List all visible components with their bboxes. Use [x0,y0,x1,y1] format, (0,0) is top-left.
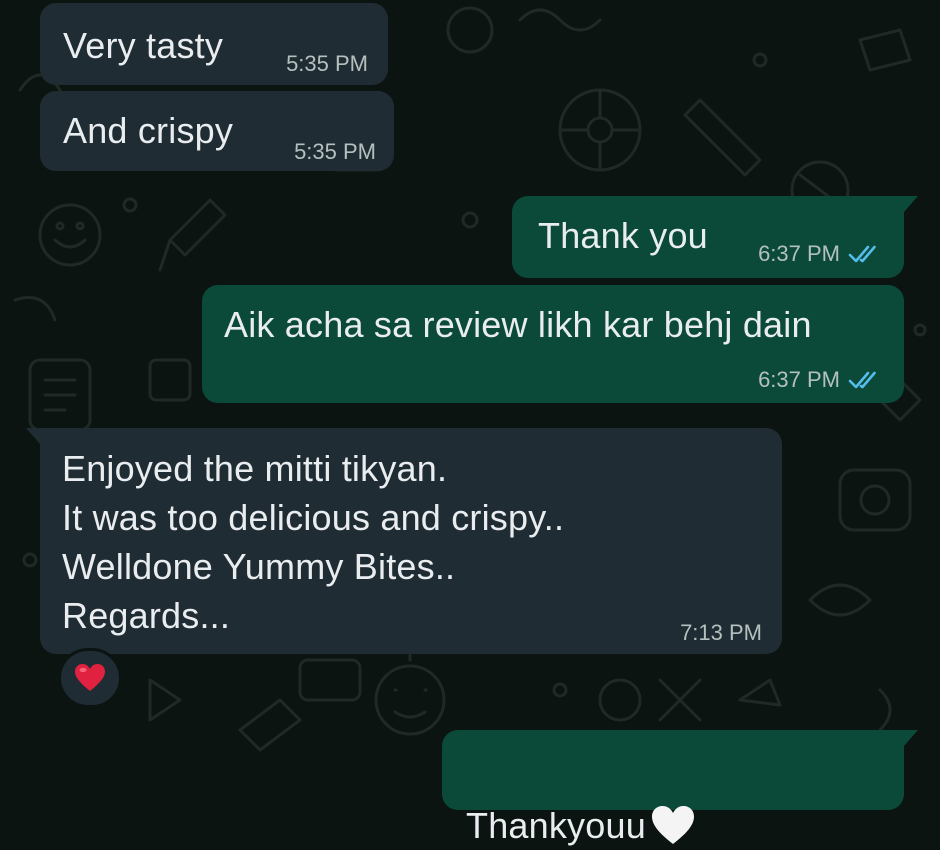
double-check-icon [848,371,876,389]
message-text-content: Thankyouu [466,805,646,846]
message-timestamp: 6:37 PM [758,367,840,392]
message-meta: 5:35 PM [286,51,368,77]
message-text: And crispy [63,110,234,151]
message-meta: 6:37 PM [758,367,882,393]
message-text: Enjoyed the mitti tikyan. It was too del… [62,448,565,636]
red-heart-icon [75,664,105,691]
message-text: Thank you [538,215,708,256]
bubble-tail [904,196,918,212]
message-text: Thankyouu [466,752,696,850]
message-meta: 5:35 PM [294,139,376,165]
white-heart-icon [651,806,694,844]
message-reaction[interactable] [58,648,122,708]
message-meta: 6:37 PM [758,241,882,267]
message-timestamp: 7:13 PM [680,620,762,645]
message-meta: 7:13 PM [680,620,762,646]
message-bubble-incoming[interactable]: Very tasty 5:35 PM [40,3,388,85]
message-timestamp: 6:37 PM [758,241,840,266]
message-timestamp: 5:35 PM [294,139,376,164]
message-bubble-incoming[interactable]: And crispy 5:35 PM [40,91,394,171]
message-text: Very tasty [63,25,224,66]
bubble-tail [904,730,918,746]
message-text: Aik acha sa review likh kar behj dain [224,304,812,345]
message-bubble-outgoing[interactable]: Thank you 6:37 PM [512,196,904,278]
message-bubble-outgoing[interactable]: Aik acha sa review likh kar behj dain 6:… [202,285,904,403]
message-bubble-incoming[interactable]: Enjoyed the mitti tikyan. It was too del… [40,428,782,654]
bubble-tail [26,428,40,444]
double-check-icon [848,245,876,263]
message-bubble-outgoing[interactable]: Thankyouu [442,730,904,846]
message-timestamp: 5:35 PM [286,51,368,76]
